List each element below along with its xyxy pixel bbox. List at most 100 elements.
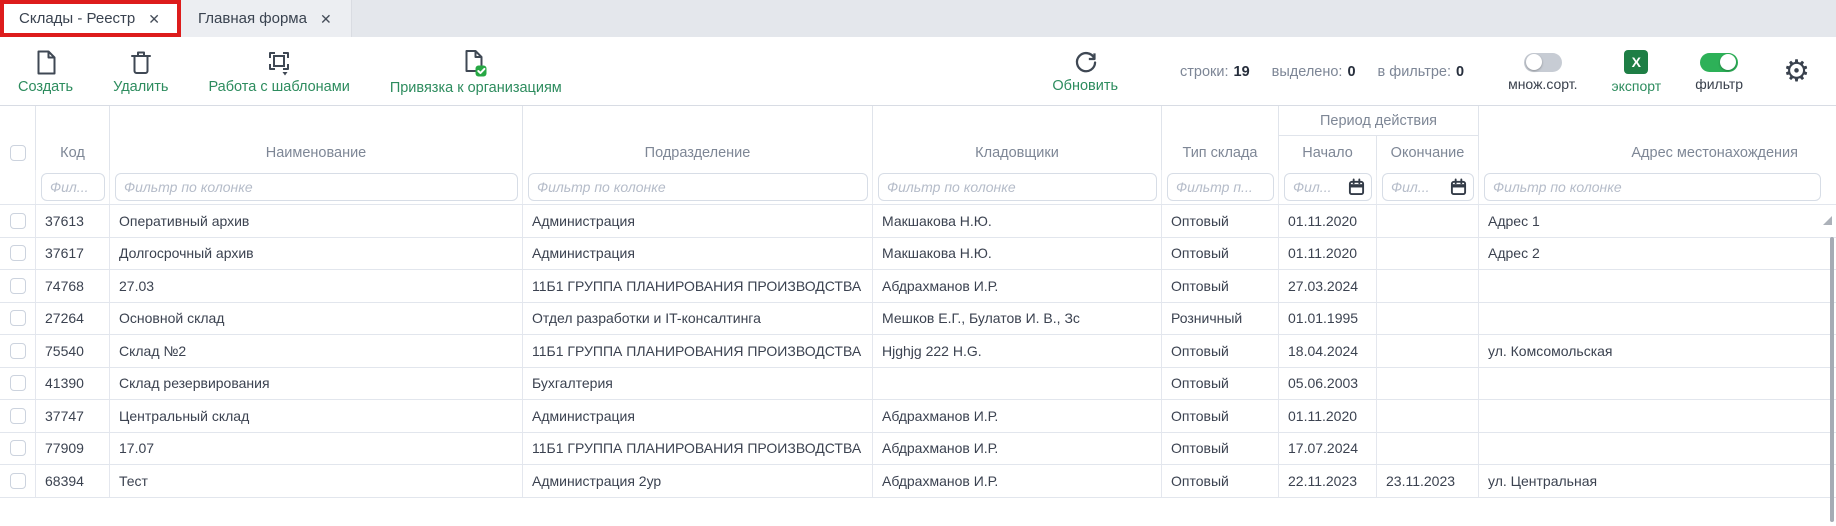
table-body: 37613Оперативный архивАдминистрацияМакша… [0,204,1836,498]
cell-keepers: Абдрахманов И.Р. [873,270,1162,302]
table-row[interactable]: 68394ТестАдминистрация 2урАбдрахманов И.… [0,465,1836,498]
column-header-name[interactable]: Наименование [110,106,523,170]
cell-code: 41390 [36,368,110,400]
export-button[interactable]: X экспорт [1612,50,1662,94]
tab-main-form[interactable]: Главная форма ✕ [179,0,352,37]
toggle-knob [1526,54,1542,70]
cell-keepers: Макшакова Н.Ю. [873,205,1162,237]
excel-export-icon[interactable]: X [1624,50,1648,74]
filter-input-name[interactable] [115,173,518,201]
filter-cell-type [1162,170,1279,204]
select-all-checkbox[interactable] [10,145,26,161]
cell-type: Розничный [1162,303,1279,335]
multi-sort-toggle-group[interactable]: множ.сорт. [1508,53,1577,92]
row-select-cell [0,303,36,335]
settings-gear-icon[interactable]: ⚙ [1783,57,1810,87]
filter-input-end[interactable] [1382,173,1474,201]
tab-close-icon[interactable]: ✕ [320,12,332,26]
org-binding-button[interactable]: Привязка к организациям [390,49,562,96]
cell-start: 05.06.2003 [1279,368,1377,400]
table-row[interactable]: 37613Оперативный архивАдминистрацияМакша… [0,205,1836,238]
cell-type: Оптовый [1162,238,1279,270]
cell-division: 11Б1 ГРУППА ПЛАНИРОВАНИЯ ПРОИЗВОДСТВА [523,433,873,465]
filter-input-address[interactable] [1484,173,1821,201]
cell-address: Адрес 1 [1479,205,1836,237]
tab-bar: Склады - Реестр ✕ Главная форма ✕ [0,0,1836,37]
cell-division: Отдел разработки и IT-консалтинга [523,303,873,335]
row-checkbox[interactable] [10,343,26,359]
cell-address [1479,303,1836,335]
refresh-label: Обновить [1052,78,1118,94]
column-header-keepers[interactable]: Кладовщики [873,106,1162,170]
cell-address: ул. Центральная [1479,465,1836,497]
cell-name: Долгосрочный архив [110,238,523,270]
multi-sort-toggle[interactable] [1524,53,1562,72]
cell-start: 01.11.2020 [1279,205,1377,237]
cell-keepers: Абдрахманов И.Р. [873,433,1162,465]
vertical-scrollbar[interactable] [1830,237,1834,522]
filter-toggle-group[interactable]: фильтр [1695,53,1743,92]
row-checkbox[interactable] [10,408,26,424]
filter-input-type[interactable] [1167,173,1274,201]
filter-input-keepers[interactable] [878,173,1157,201]
filter-toggle[interactable] [1700,53,1738,72]
new-document-icon [34,49,58,76]
column-header-start[interactable]: Начало [1279,136,1377,170]
cell-division: Администрация 2ур [523,465,873,497]
filter-label: фильтр [1695,76,1743,92]
filter-cell-address [1479,170,1836,204]
tab-warehouses-registry[interactable]: Склады - Реестр ✕ [0,0,179,37]
refresh-button[interactable]: Обновить [1052,50,1118,94]
cell-address [1479,368,1836,400]
cell-division: Бухгалтерия [523,368,873,400]
row-checkbox[interactable] [10,245,26,261]
cell-start: 01.11.2020 [1279,238,1377,270]
cell-end [1377,238,1479,270]
cell-code: 37747 [36,400,110,432]
cell-end [1377,335,1479,367]
templates-button[interactable]: Работа с шаблонами [208,49,349,95]
cell-end [1377,270,1479,302]
table-row[interactable]: 7790917.0711Б1 ГРУППА ПЛАНИРОВАНИЯ ПРОИЗ… [0,433,1836,466]
column-header-code[interactable]: Код [36,106,110,170]
cell-name: Оперативный архив [110,205,523,237]
cell-name: Склад №2 [110,335,523,367]
cell-type: Оптовый [1162,270,1279,302]
cell-type: Оптовый [1162,205,1279,237]
delete-button[interactable]: Удалить [113,49,168,95]
cell-end [1377,400,1479,432]
column-group-period: Период действия [1279,106,1479,136]
table-row[interactable]: 7476827.0311Б1 ГРУППА ПЛАНИРОВАНИЯ ПРОИЗ… [0,270,1836,303]
filter-input-start[interactable] [1284,173,1372,201]
create-label: Создать [18,79,73,95]
row-checkbox[interactable] [10,473,26,489]
table-row[interactable]: 37747Центральный складАдминистрацияАбдра… [0,400,1836,433]
column-header-division[interactable]: Подразделение [523,106,873,170]
toolbar: Создать Удалить Работа с шаблонами Привя… [0,37,1836,105]
tab-close-icon[interactable]: ✕ [148,12,160,26]
cell-keepers: Hjghjg 222 H.G. [873,335,1162,367]
create-button[interactable]: Создать [18,49,73,95]
column-header-type[interactable]: Тип склада [1162,106,1279,170]
filter-cell-division [523,170,873,204]
filter-cell-name [110,170,523,204]
table-row[interactable]: 75540Склад №211Б1 ГРУППА ПЛАНИРОВАНИЯ ПР… [0,335,1836,368]
cell-start: 01.01.1995 [1279,303,1377,335]
cell-keepers: Абдрахманов И.Р. [873,465,1162,497]
cell-code: 37617 [36,238,110,270]
row-checkbox[interactable] [10,213,26,229]
row-checkbox[interactable] [10,310,26,326]
filter-input-division[interactable] [528,173,868,201]
table-row[interactable]: 27264Основной складОтдел разработки и IT… [0,303,1836,336]
column-header-end[interactable]: Окончание [1377,136,1479,170]
table-row[interactable]: 37617Долгосрочный архивАдминистрацияМакш… [0,238,1836,271]
row-checkbox[interactable] [10,440,26,456]
delete-label: Удалить [113,79,168,95]
row-checkbox[interactable] [10,278,26,294]
row-checkbox[interactable] [10,375,26,391]
column-header-address[interactable]: Адрес местонахождения [1479,106,1836,170]
filter-input-code[interactable] [41,173,105,201]
table-row[interactable]: 41390Склад резервированияБухгалтерияОпто… [0,368,1836,401]
tab-label: Главная форма [198,10,307,27]
export-label: экспорт [1612,78,1662,94]
